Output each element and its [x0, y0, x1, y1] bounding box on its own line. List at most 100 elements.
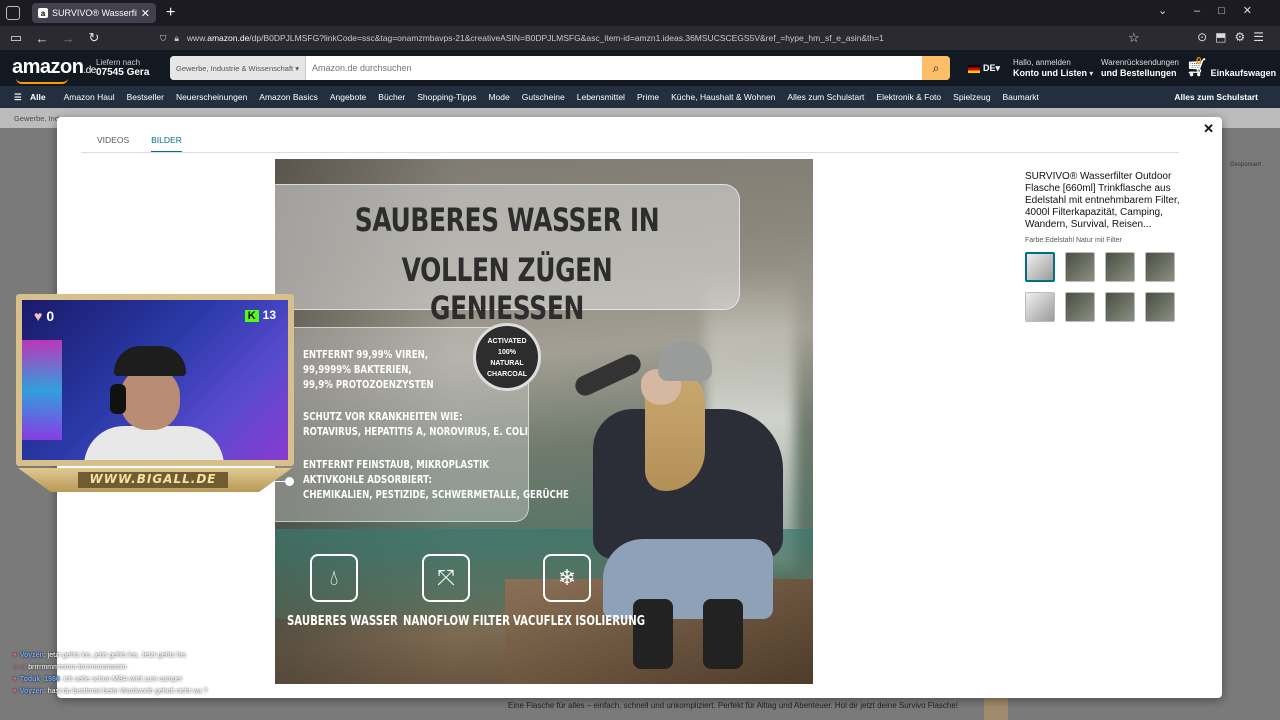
nav-item[interactable]: Neuerscheinungen	[176, 92, 247, 102]
tab-videos[interactable]: VIDEOS	[97, 135, 129, 153]
streamer-shirt	[84, 426, 224, 460]
nav-item[interactable]: Shopping-Tipps	[417, 92, 476, 102]
cart[interactable]: 0 🛒︎ Einkaufswagen	[1186, 56, 1277, 78]
product-thumbnail-peek	[984, 698, 1008, 720]
url-path: /dp/B0DPJLMSFG?linkCode=ssc&tag=onamzmba…	[249, 33, 884, 43]
nav-item[interactable]: Bestseller	[127, 92, 164, 102]
account-line2: Konto und Listen	[1013, 68, 1087, 78]
tab-images[interactable]: BILDER	[151, 135, 182, 153]
feature-1-line: 99,9% PROTOZOENZYSTEN	[303, 379, 434, 391]
chat-emote-icon: ☺☺	[12, 664, 27, 671]
activated-charcoal-badge: ACTIVATED 100% NATURAL CHARCOAL	[473, 323, 541, 391]
chat-message: ☺☺ brrrrmmmmmm brrrrmmmmmm	[12, 662, 272, 674]
nav-item[interactable]: Mode	[488, 92, 509, 102]
feature-icons: 💧︎ SAUBERES WASSER ⤧ NANOFLOW FILTER ❄︎ …	[275, 554, 813, 644]
shield-icon: ⛉	[160, 32, 167, 43]
feature-1: ENTFERNT 99,99% VIREN, 99,9999% BAKTERIE…	[303, 348, 434, 393]
thumbnail[interactable]	[1065, 252, 1095, 282]
thumbnail[interactable]	[1025, 252, 1055, 282]
chat-overlay: ✦ Voyzen: jetzt gehts los, jetzt gehts l…	[12, 650, 272, 698]
logo-text: amazon	[12, 56, 84, 78]
headphones	[110, 384, 126, 414]
woman-beanie	[658, 341, 712, 381]
url-prefix: www.	[186, 33, 208, 43]
deliver-line2: 07545 Gera	[96, 67, 150, 78]
product-description-text: Eine Flasche für alles – einfach, schnel…	[508, 701, 959, 710]
chat-user: Voyzen	[19, 688, 44, 695]
returns-orders[interactable]: Warenrücksendungen und Bestellungen	[1101, 58, 1179, 79]
feature-2: SCHUTZ VOR KRANKHEITEN WIE: ROTAVIRUS, H…	[303, 410, 528, 440]
kick-logo-icon: K	[244, 310, 259, 322]
search-input[interactable]	[306, 56, 922, 80]
search-category-select[interactable]: Gewerbe, Industrie & Wissenschaft ▾	[170, 56, 306, 80]
chat-text: : hast du bestimmt beim Woolworth geholt…	[43, 688, 208, 695]
thumbnail[interactable]	[1145, 252, 1175, 282]
streamer-head	[120, 368, 180, 430]
cart-label: Einkaufswagen	[1210, 68, 1277, 78]
headline-box: SAUBERES WASSER IN VOLLEN ZÜGEN GENIESSE…	[275, 184, 740, 327]
nav-item[interactable]: Lebensmittel	[577, 92, 625, 102]
chat-message: ✦ Toduk_1986: ich sehe schon MBA wird zu…	[12, 674, 272, 686]
nav-all-button[interactable]: ☰ Alle	[14, 92, 52, 103]
account-line1: Hallo, anmelden	[1013, 58, 1071, 67]
banner-text: WWW.BIGALL.DE	[78, 472, 228, 488]
rgb-pc-lights	[22, 340, 62, 440]
nav-item[interactable]: Amazon Basics	[259, 92, 318, 102]
nav-item[interactable]: Baumarkt	[1003, 92, 1039, 102]
cart-count: 0	[1196, 56, 1202, 67]
forward-button[interactable]: →	[58, 31, 78, 46]
nav-item[interactable]: Angebote	[330, 92, 366, 102]
language-selector[interactable]: DE▾	[968, 63, 1000, 74]
toolbar-extensions[interactable]: ⊙⬒⚙☰	[1197, 30, 1272, 44]
feature-3-line: AKTIVKOHLE ADSORBIERT:	[303, 474, 432, 486]
tab-list-chevron-icon[interactable]: ⌄	[1158, 4, 1167, 17]
close-icon[interactable]: ✕	[1203, 121, 1214, 137]
nav-item[interactable]: Gutscheine	[522, 92, 565, 102]
tab-overview-icon[interactable]	[6, 6, 20, 20]
search-bar: Gewerbe, Industrie & Wissenschaft ▾ ⌕	[170, 56, 950, 80]
nav-item[interactable]: Spielzeug	[953, 92, 990, 102]
reload-button[interactable]: ↻	[84, 30, 104, 46]
orders-line1: Warenrücksendungen	[1101, 58, 1179, 67]
heart-icon: ♥	[34, 308, 43, 324]
streamer	[84, 346, 224, 460]
product-variant: Farbe:Edelstahl Natur mit Filter	[1025, 237, 1122, 244]
kick-count: 13	[262, 308, 276, 322]
amazon-logo[interactable]: amazon.de	[12, 56, 96, 84]
chat-message: ✦ Voyzen: hast du bestimmt beim Woolwort…	[12, 686, 272, 698]
water-drop-icon: 💧︎	[310, 554, 358, 602]
back-button[interactable]: ←	[32, 31, 52, 46]
deliver-to[interactable]: Liefern nach 07545 Gera	[96, 58, 149, 78]
product-main-image[interactable]: SAUBERES WASSER IN VOLLEN ZÜGEN GENIESSE…	[275, 159, 813, 684]
nav-item[interactable]: Alles zum Schulstart	[787, 92, 864, 102]
nav-promo[interactable]: Alles zum Schulstart	[1174, 92, 1258, 102]
account-lists[interactable]: Hallo, anmelden Konto und Listen ▾	[1013, 58, 1093, 79]
sidebar-toggle-icon[interactable]: ▭	[6, 30, 26, 46]
thumbnail[interactable]	[1145, 292, 1175, 322]
thumbnail[interactable]	[1025, 292, 1055, 322]
search-button[interactable]: ⌕	[922, 56, 950, 80]
nav-item[interactable]: Elektronik & Foto	[876, 92, 941, 102]
chat-text: : jetzt gehts los, jetzt gehts los, Jetz…	[43, 652, 186, 659]
bookmark-star-icon[interactable]: ☆	[1128, 30, 1140, 46]
badge-mid2-text: NATURAL	[490, 360, 524, 367]
headline-line2: VOLLEN ZÜGEN GENIESSEN	[401, 251, 613, 327]
nav-item[interactable]: Prime	[637, 92, 659, 102]
chat-text: : ich sehe schon MBA wird zum camper	[59, 676, 183, 683]
nav-item[interactable]: Bücher	[378, 92, 405, 102]
address-bar[interactable]: ⛉ 🔒︎ www. amazon.de/dp/B0DPJLMSFG?linkCod…	[160, 29, 1160, 47]
chat-user: Toduk_1986	[19, 676, 60, 683]
new-tab-button[interactable]: +	[166, 4, 175, 22]
nav-item[interactable]: Amazon Haul	[64, 92, 115, 102]
feature-3-line: CHEMIKALIEN, PESTIZIDE, SCHWERMETALLE, G…	[303, 489, 569, 501]
browser-tab-active[interactable]: a SURVIVO® Wasserfilter Outdo ✕	[32, 3, 156, 23]
feature-3-line: ENTFERNT FEINSTAUB, MIKROPLASTIK	[303, 459, 490, 471]
window-controls[interactable]: –□✕	[1194, 4, 1270, 17]
nav-item[interactable]: Küche, Haushalt & Wohnen	[671, 92, 775, 102]
thumbnail[interactable]	[1105, 292, 1135, 322]
thumbnail[interactable]	[1105, 252, 1135, 282]
bullet-dot	[285, 477, 294, 486]
badge-top-text: ACTIVATED	[487, 338, 527, 345]
thumbnail[interactable]	[1065, 292, 1095, 322]
close-tab-icon[interactable]: ✕	[141, 7, 150, 20]
